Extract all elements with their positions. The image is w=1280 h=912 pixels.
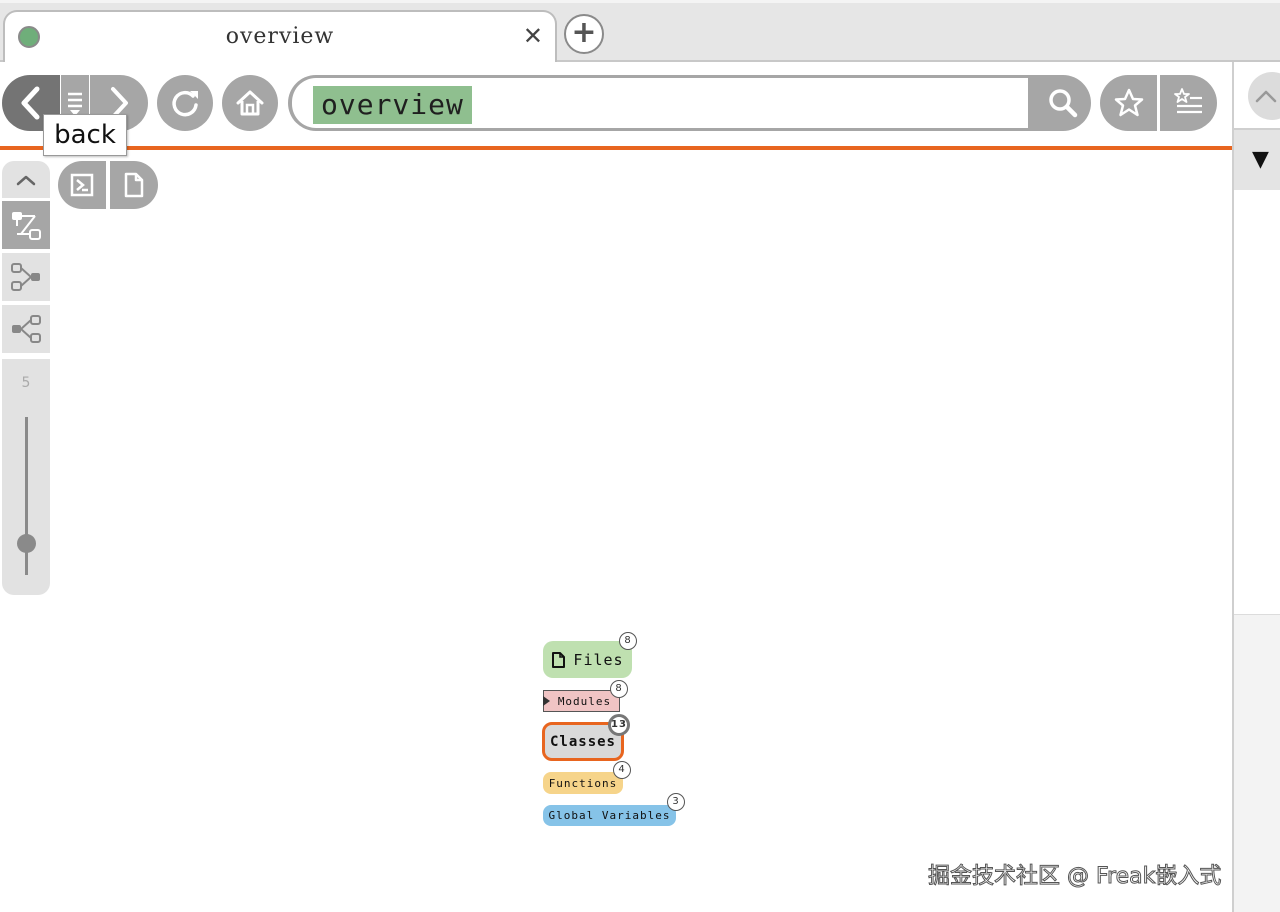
search-icon [1048, 89, 1077, 118]
collapse-panel-button[interactable] [1248, 72, 1280, 120]
tab-title: overview [225, 24, 335, 49]
chevron-up-icon [16, 175, 36, 185]
tree-layout-icon [12, 212, 41, 240]
depth-slider-thumb[interactable] [17, 534, 36, 553]
count-badge: 4 [613, 761, 631, 779]
url-text: overview [313, 86, 472, 124]
terminal-button[interactable] [58, 161, 106, 209]
collapse-toolbar-button[interactable] [2, 161, 50, 198]
node-label: Classes [549, 733, 616, 750]
star-icon [1114, 88, 1143, 117]
node-label: Global Variables [548, 809, 671, 822]
terminal-icon [70, 173, 94, 197]
bookmark-list-button[interactable] [1160, 75, 1217, 131]
node-classes[interactable]: Classes 13 [542, 714, 630, 761]
document-icon [124, 172, 144, 198]
count-badge: 3 [667, 793, 685, 811]
chevron-up-icon [1255, 90, 1277, 103]
expand-arrow-icon [543, 696, 550, 706]
new-tab-button[interactable]: + [564, 14, 604, 54]
tab-overview[interactable]: overview ✕ [3, 10, 557, 62]
count-badge: 8 [610, 680, 628, 698]
panel-dropdown-toggle[interactable]: ▼ [1234, 130, 1280, 190]
right-side-panel: ▼ [1232, 62, 1280, 912]
close-icon[interactable]: ✕ [523, 24, 543, 48]
accent-divider [0, 146, 1232, 150]
right-panel-header [1234, 62, 1280, 130]
depth-value: 5 [21, 375, 31, 391]
url-input[interactable]: overview [292, 78, 1028, 128]
home-button[interactable] [222, 75, 278, 131]
graph-left-layout-button[interactable] [2, 253, 50, 301]
address-bar: overview [288, 75, 1034, 131]
count-badge: 8 [619, 632, 637, 650]
reload-button[interactable] [157, 75, 213, 131]
right-panel-lower [1234, 614, 1280, 912]
back-tooltip: back [43, 114, 127, 156]
node-functions[interactable]: Functions 4 [543, 761, 631, 794]
tree-layout-button[interactable] [2, 201, 50, 249]
node-global-variables[interactable]: Global Variables 3 [543, 793, 685, 826]
reload-icon [172, 90, 198, 117]
bookmark-star-button[interactable] [1100, 75, 1157, 131]
graph-left-icon [11, 263, 40, 291]
count-badge: 13 [608, 714, 630, 736]
depth-slider-panel: 5 [2, 359, 50, 595]
node-files[interactable]: Files 8 [543, 632, 637, 678]
node-label: Functions [548, 776, 618, 790]
node-label: Files [573, 650, 624, 669]
browser-window: overview ✕ + overview back ▼ 5 Files 8 M… [0, 0, 1280, 912]
home-icon [236, 90, 264, 116]
document-button[interactable] [110, 161, 158, 209]
chevron-left-icon [21, 86, 40, 120]
file-icon [552, 651, 566, 668]
search-button[interactable] [1034, 75, 1091, 131]
graph-right-icon [12, 315, 41, 343]
watermark: 掘金技术社区 @ Freak嵌入式 [927, 864, 1222, 890]
graph-right-layout-button[interactable] [2, 305, 50, 353]
node-label: Modules [557, 694, 612, 708]
node-modules[interactable]: Modules 8 [543, 680, 628, 712]
bookmark-list-icon [1173, 88, 1202, 114]
